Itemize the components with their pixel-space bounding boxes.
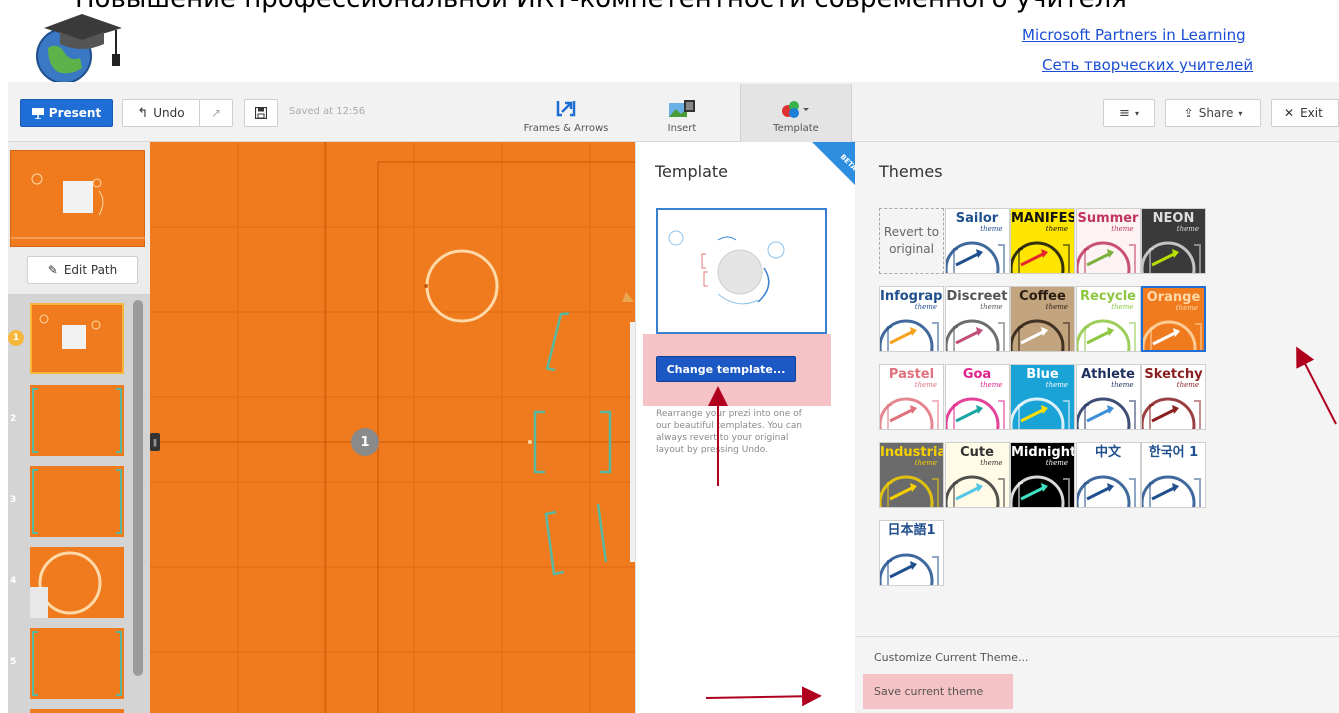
annotation-arrows	[705, 346, 1337, 707]
arrow-to-orange-theme	[1296, 346, 1337, 425]
arrow-to-save-theme	[705, 686, 822, 707]
